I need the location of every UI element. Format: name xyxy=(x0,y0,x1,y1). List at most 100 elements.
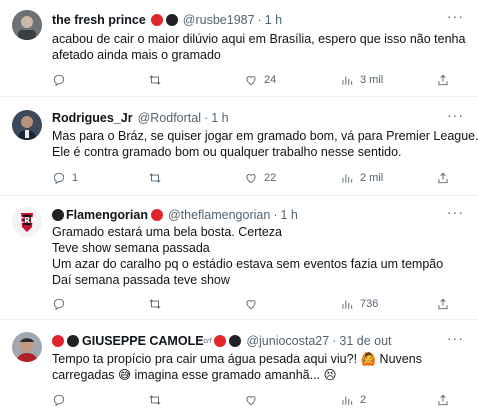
heart-icon xyxy=(246,174,256,184)
avatar[interactable]: CRF xyxy=(12,207,42,237)
black-circle-emoji-icon xyxy=(67,335,79,347)
black-circle-emoji-icon xyxy=(52,209,64,221)
share-button[interactable] xyxy=(436,297,450,311)
share-button[interactable] xyxy=(436,171,450,185)
like-count: 22 xyxy=(264,172,277,184)
reply-button[interactable] xyxy=(52,73,148,87)
reply-button[interactable] xyxy=(52,297,148,311)
separator: · xyxy=(257,13,262,27)
handle[interactable]: @Rodfortal xyxy=(138,111,201,125)
action-bar: 2 xyxy=(52,391,458,409)
retweet-icon xyxy=(149,173,161,183)
tweet-text-line: Mas para o Bráz, se quiser jogar em gram… xyxy=(52,129,478,143)
black-circle-emoji-icon xyxy=(165,14,178,26)
like-button[interactable] xyxy=(244,297,340,311)
reply-button[interactable]: 1 xyxy=(52,171,148,185)
separator: · xyxy=(204,111,209,125)
tweet-header: GIUSEPPE CAMOLE crf @juniocosta27 · 31 d… xyxy=(52,332,448,350)
tweet[interactable]: Rodrigues_Jr @Rodfortal · 1 h ··· Mas pa… xyxy=(0,97,478,196)
like-button[interactable]: 22 xyxy=(244,171,340,185)
reply-count: 1 xyxy=(72,172,79,184)
more-options-icon[interactable]: ··· xyxy=(447,204,464,220)
name-badge: crf xyxy=(203,337,212,345)
tweet-header: the fresh prince @rusbe1987 · 1 h xyxy=(52,11,448,29)
red-circle-emoji-icon xyxy=(150,14,163,26)
handle[interactable]: @rusbe1987 xyxy=(183,13,255,27)
like-button[interactable] xyxy=(244,393,340,407)
reply-icon xyxy=(53,394,65,407)
timestamp[interactable]: 31 de out xyxy=(339,334,391,348)
handle[interactable]: @theflamengorian xyxy=(168,208,270,222)
red-circle-emoji-icon xyxy=(214,335,227,347)
tweet[interactable]: CRF Flamengorian @theflamengorian · 1 h … xyxy=(0,196,478,320)
more-options-icon[interactable]: ··· xyxy=(447,107,464,123)
retweet-button[interactable] xyxy=(148,171,244,185)
share-button[interactable] xyxy=(436,73,450,87)
heart-icon xyxy=(246,300,256,310)
retweet-icon xyxy=(149,395,161,405)
views-button[interactable]: 2 mil xyxy=(340,171,436,185)
separator: · xyxy=(332,334,337,348)
tweet-text: Mas para o Bráz, se quiser jogar em gram… xyxy=(52,128,478,160)
reply-icon xyxy=(53,172,65,185)
share-icon xyxy=(438,74,448,86)
views-button[interactable]: 2 xyxy=(340,393,436,407)
reply-icon xyxy=(53,74,65,87)
view-count: 3 mil xyxy=(360,74,384,86)
reply-button[interactable] xyxy=(52,393,148,407)
reply-icon xyxy=(53,298,65,311)
tweet[interactable]: the fresh prince @rusbe1987 · 1 h ··· ac… xyxy=(0,0,478,97)
timestamp[interactable]: 1 h xyxy=(265,13,282,27)
action-bar: 1 22 2 mil xyxy=(52,169,458,187)
timestamp[interactable]: 1 h xyxy=(280,208,297,222)
like-button[interactable]: 24 xyxy=(244,73,340,87)
display-name[interactable]: the fresh prince xyxy=(52,13,146,27)
tweet-text: Tempo ta propício pra cair uma água pesa… xyxy=(52,351,466,383)
tweet-text-line: Daí semana passada teve show xyxy=(52,273,230,287)
retweet-button[interactable] xyxy=(148,297,244,311)
retweet-icon xyxy=(149,299,161,309)
retweet-button[interactable] xyxy=(148,393,244,407)
heart-icon xyxy=(246,396,256,406)
views-button[interactable]: 3 mil xyxy=(340,73,436,87)
tweet-header: Rodrigues_Jr @Rodfortal · 1 h xyxy=(52,109,448,127)
tweet-text-line: Tempo ta propício pra cair uma água pesa… xyxy=(52,352,422,366)
timestamp[interactable]: 1 h xyxy=(211,111,228,125)
bar-chart-icon xyxy=(342,396,353,405)
share-icon xyxy=(438,172,448,184)
views-button[interactable]: 736 xyxy=(340,297,436,311)
tweet-header: Flamengorian @theflamengorian · 1 h xyxy=(52,206,448,224)
action-bar: 736 xyxy=(52,295,458,313)
more-options-icon[interactable]: ··· xyxy=(447,330,464,346)
more-options-icon[interactable]: ··· xyxy=(447,8,464,24)
share-button[interactable] xyxy=(436,393,450,407)
view-count: 736 xyxy=(360,298,379,310)
retweet-icon xyxy=(149,75,161,85)
tweet-text-line: Teve show semana passada xyxy=(52,241,210,255)
display-name[interactable]: Flamengorian xyxy=(66,208,148,222)
handle[interactable]: @juniocosta27 xyxy=(246,334,329,348)
tweet-text-line: acabou de cair o maior dilúvio aqui em B… xyxy=(52,32,466,46)
red-circle-emoji-icon xyxy=(52,335,64,347)
tweet-text-line: afetado ainda mais o gramado xyxy=(52,48,221,62)
tweet-text: acabou de cair o maior dilúvio aqui em B… xyxy=(52,31,466,63)
tweet-text-line: Um azar do caralho pq o estádio estava s… xyxy=(52,257,444,271)
avatar[interactable] xyxy=(12,110,42,140)
share-icon xyxy=(438,298,448,310)
bar-chart-icon xyxy=(342,76,353,85)
tweet-text-line: Ele é contra gramado bom ou qualquer tra… xyxy=(52,145,402,159)
tweet[interactable]: GIUSEPPE CAMOLE crf @juniocosta27 · 31 d… xyxy=(0,320,478,420)
display-name[interactable]: Rodrigues_Jr xyxy=(52,111,133,125)
view-count: 2 xyxy=(360,394,367,406)
avatar[interactable] xyxy=(12,10,42,40)
bar-chart-icon xyxy=(342,174,353,183)
bar-chart-icon xyxy=(342,300,353,309)
avatar[interactable] xyxy=(12,332,42,362)
display-name[interactable]: GIUSEPPE CAMOLE xyxy=(82,334,204,348)
tweet-text-line: Gramado estará uma bela bosta. Certeza xyxy=(52,225,282,239)
action-bar: 24 3 mil xyxy=(52,71,458,89)
view-count: 2 mil xyxy=(360,172,384,184)
like-count: 24 xyxy=(264,74,277,86)
retweet-button[interactable] xyxy=(148,73,244,87)
tweet-text: Gramado estará uma bela bosta. Certeza T… xyxy=(52,224,466,288)
